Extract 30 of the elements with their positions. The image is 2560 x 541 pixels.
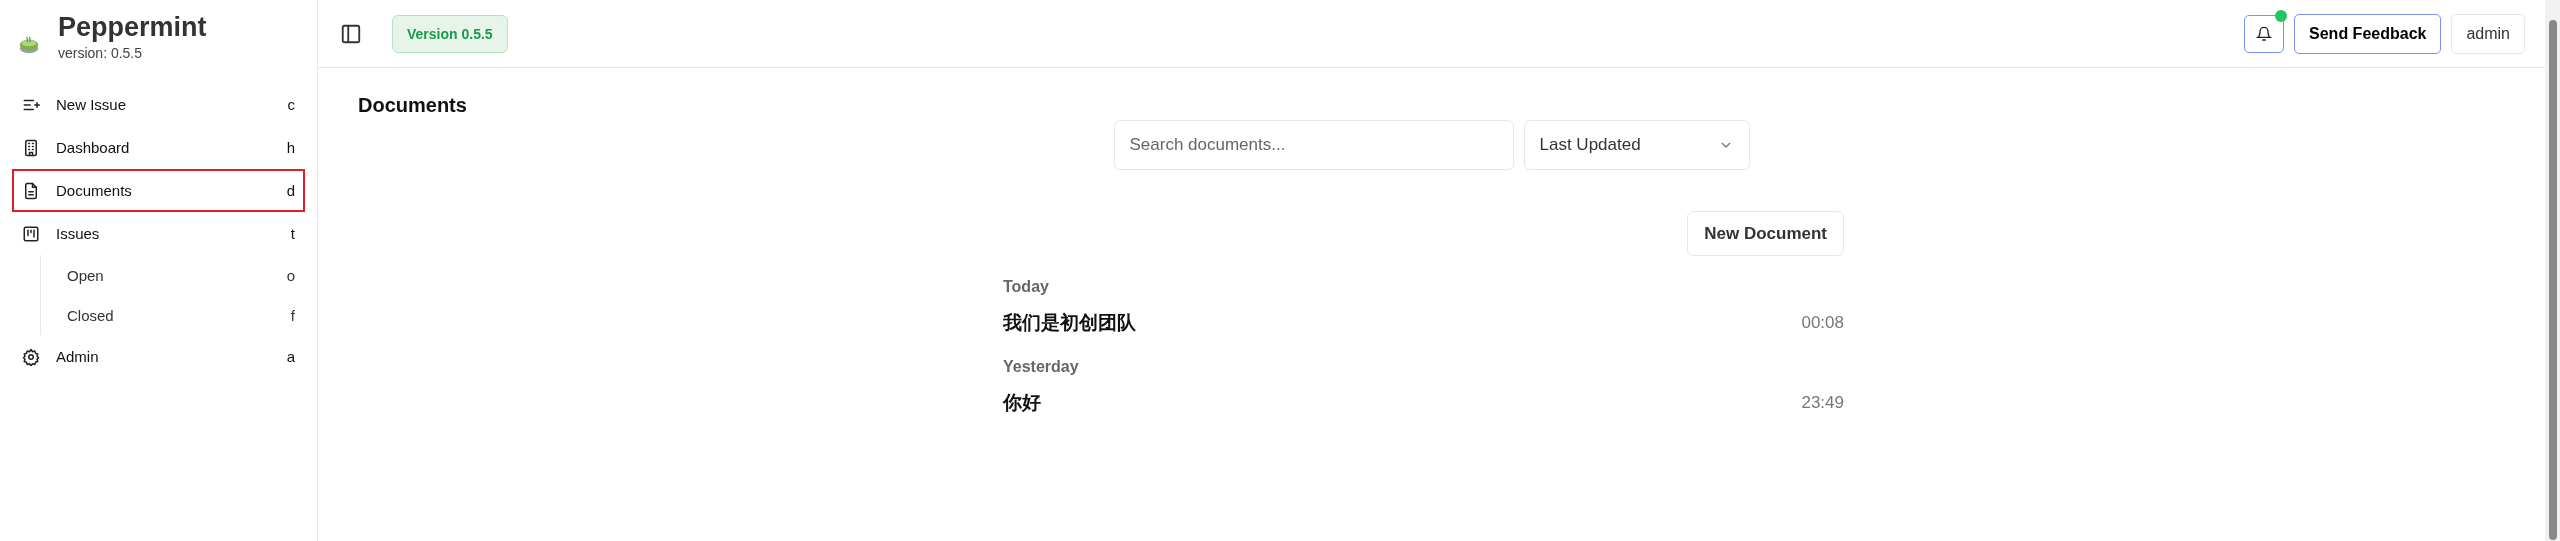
settings-icon	[22, 347, 40, 366]
app-version: version: 0.5.5	[58, 45, 144, 61]
sort-dropdown[interactable]: Last Updated	[1523, 120, 1750, 170]
new-document-button[interactable]: New Document	[1687, 211, 1844, 256]
building-icon	[22, 138, 40, 157]
page-title: Documents	[358, 94, 467, 117]
date-group-label: Yesterday	[1003, 358, 1080, 376]
document-time: 00:08	[1801, 313, 1844, 333]
document-icon	[22, 181, 40, 200]
search-field[interactable]: Search documents...	[1113, 120, 1514, 170]
board-icon	[22, 224, 40, 243]
document-time: 23:49	[1801, 393, 1844, 413]
document-title[interactable]: 我们是初创团队	[1003, 310, 1136, 336]
date-group-label: Today	[1003, 278, 1050, 296]
sidebar-subitem[interactable]: Open o	[13, 255, 305, 295]
document-title[interactable]: 你好	[1003, 390, 1041, 416]
scrollbar-thumb[interactable]	[2548, 20, 2557, 540]
scrollbar[interactable]	[2545, 0, 2560, 541]
version-badge: Version 0.5.5	[392, 14, 508, 53]
sidebar-item[interactable]: Admin a	[12, 335, 305, 378]
send-feedback-button[interactable]: Send Feedback	[2294, 13, 2442, 54]
sidebar-item[interactable]: Documents d	[12, 169, 305, 212]
bell-icon	[2256, 25, 2273, 42]
sidebar-subitem[interactable]: Closed f	[13, 295, 305, 335]
sidebar-item[interactable]: Issues t	[12, 212, 305, 255]
sidebar-toggle-icon[interactable]	[340, 22, 362, 45]
app-name: Peppermint	[58, 12, 207, 43]
sidebar-item[interactable]: New Issue c	[12, 83, 305, 126]
user-button[interactable]: admin	[2451, 13, 2525, 54]
sidebar-item[interactable]: Dashboard h	[12, 126, 305, 169]
